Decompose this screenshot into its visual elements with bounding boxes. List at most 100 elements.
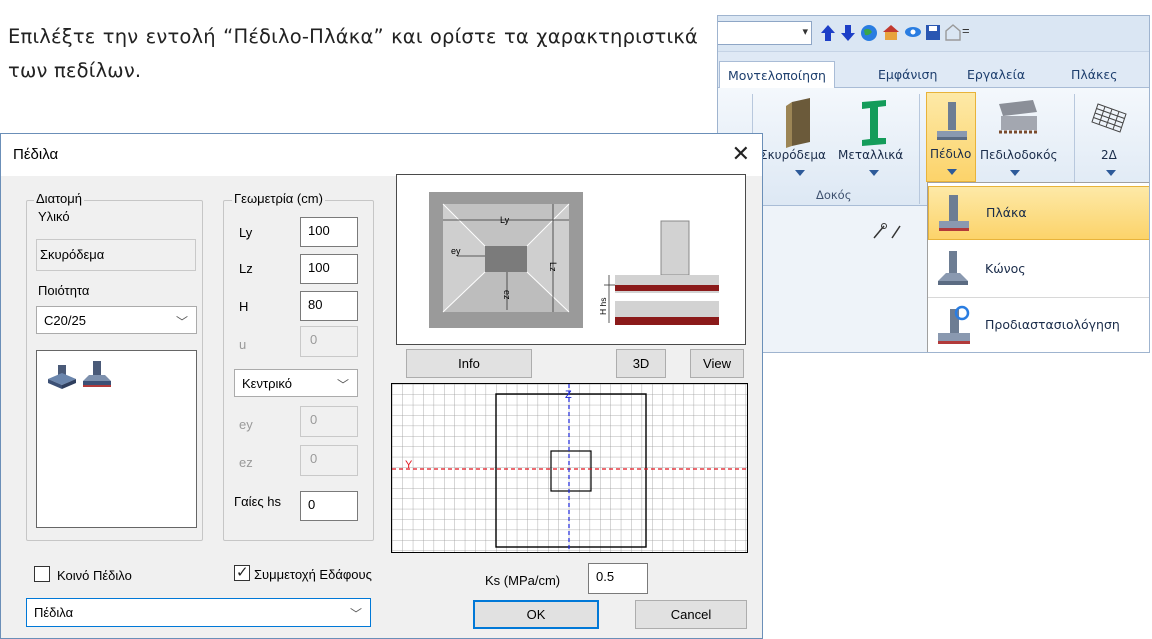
tab-label: Μοντελοποίηση xyxy=(728,68,826,83)
axis-z-label: Z xyxy=(565,389,572,401)
lz-label: Lz xyxy=(239,261,253,276)
ey-input[interactable]: 0 xyxy=(300,406,358,437)
ez-label: ez xyxy=(239,455,253,470)
u-label: u xyxy=(239,337,247,352)
tab-modeling[interactable]: Μοντελοποίηση xyxy=(719,61,835,88)
chevron-down-icon[interactable] xyxy=(869,170,879,176)
ribbon-panel: ▾ = Μοντελοποίηση Εμφάνιση Εργαλεία Πλάκ… xyxy=(717,15,1150,353)
soil-participation-checkbox[interactable]: ✓ xyxy=(234,564,250,581)
info-button[interactable]: Info xyxy=(406,349,532,378)
cancel-button[interactable]: Cancel xyxy=(635,600,747,629)
tab-view[interactable]: Εμφάνιση xyxy=(878,61,937,88)
quality-select[interactable]: C20/25 ﹀ xyxy=(36,306,197,334)
menu-item-label: Πλάκα xyxy=(986,205,1027,220)
plan-grid-svg: Y Z xyxy=(392,384,747,552)
h-input[interactable]: 80 xyxy=(300,291,358,321)
globe-icon[interactable] xyxy=(860,24,878,42)
strip-footing-button-label[interactable]: Πεδιλοδοκός xyxy=(980,148,1058,162)
tab-label: Εργαλεία xyxy=(967,67,1026,82)
ribbon-tabs: Μοντελοποίηση Εμφάνιση Εργαλεία Πλάκες xyxy=(718,56,1149,88)
footing-button-label: Πέδιλο xyxy=(930,147,972,161)
menu-item-cone[interactable]: Κώνος xyxy=(928,243,1149,297)
footing-cone-icon xyxy=(938,251,968,285)
hs-input[interactable]: 0 xyxy=(300,491,358,521)
layer-select-value: Πέδιλα xyxy=(34,605,74,620)
position-select-value: Κεντρικό xyxy=(242,376,292,391)
footing-type-list[interactable] xyxy=(36,350,197,528)
menu-item-slab[interactable]: Πλάκα xyxy=(928,186,1149,240)
draw-tool-icon[interactable] xyxy=(870,220,904,242)
steel-button-label[interactable]: Μεταλλικά xyxy=(838,148,903,162)
qat-customize-icon[interactable]: = xyxy=(962,23,970,38)
predimension-icon xyxy=(938,305,970,344)
eye-icon[interactable] xyxy=(904,25,922,39)
chevron-down-icon[interactable] xyxy=(1106,170,1116,176)
hs-label: Γαίες hs xyxy=(234,494,281,509)
structure-icon[interactable] xyxy=(944,23,962,42)
tab-slabs[interactable]: Πλάκες xyxy=(1071,61,1118,88)
tab-label: Εμφάνιση xyxy=(878,67,938,82)
footing-slab-icon xyxy=(939,195,969,231)
group-label-beam: Δοκός xyxy=(816,188,852,202)
3d-button[interactable]: 3D xyxy=(616,349,666,378)
geometry-legend: Γεωμετρία (cm) xyxy=(232,191,325,206)
concrete-button-label[interactable]: Σκυρόδεμα xyxy=(760,148,826,162)
ks-input[interactable]: 0.5 xyxy=(588,563,648,594)
instruction-text: Επιλέξτε την εντολή “Πέδιλο-Πλάκα” και ο… xyxy=(8,25,698,82)
ok-button[interactable]: OK xyxy=(473,600,599,629)
preview-ey-text: ey xyxy=(451,246,461,256)
preview-ly-text: Ly xyxy=(500,215,510,225)
ks-label: Ks (MPa/cm) xyxy=(485,573,561,588)
footing-plan-drawing: Ly ey Lz ez xyxy=(429,192,583,328)
chevron-down-icon: ﹀ xyxy=(349,607,362,621)
quick-access-toolbar: ▾ = xyxy=(718,16,1149,52)
h-label: H xyxy=(239,299,249,314)
strip-footing-icon xyxy=(999,100,1037,134)
chevron-down-icon xyxy=(947,169,957,175)
steel-beam-icon xyxy=(862,100,886,146)
common-footing-label: Κοινό Πέδιλο xyxy=(57,568,132,583)
preview-hhs-text: H hs xyxy=(598,298,608,315)
close-icon[interactable]: ✕ xyxy=(732,141,750,167)
soil-participation-label: Συμμετοχή Εδάφους xyxy=(254,567,372,582)
plan-view-grid[interactable]: Y Z xyxy=(391,383,748,553)
2d-button-label[interactable]: 2Δ xyxy=(1101,148,1117,162)
footing-button[interactable]: Πέδιλο xyxy=(926,92,976,182)
material-field: Σκυρόδεμα xyxy=(36,239,196,271)
ly-label: Ly xyxy=(239,225,253,240)
section-legend: Διατομή xyxy=(34,191,84,206)
footing-slab-type-icon[interactable] xyxy=(46,363,78,393)
ez-input[interactable]: 0 xyxy=(300,445,358,476)
tab-tools[interactable]: Εργαλεία xyxy=(967,61,1025,88)
position-select[interactable]: Κεντρικό ﹀ xyxy=(234,369,358,397)
tab-label: Πλάκες xyxy=(1071,67,1118,82)
menu-item-label: Κώνος xyxy=(985,261,1026,276)
chevron-down-icon: ﹀ xyxy=(336,378,349,392)
layer-select[interactable]: Πέδιλα ﹀ xyxy=(26,598,371,627)
arrow-up-icon[interactable] xyxy=(820,24,836,42)
house-icon[interactable] xyxy=(882,23,900,42)
axis-y-label: Y xyxy=(405,459,413,471)
preview-ez-text: ez xyxy=(502,290,512,300)
menu-item-predimension[interactable]: Προδιαστασιολόγηση xyxy=(928,299,1149,352)
footing-cone-type-icon[interactable] xyxy=(81,359,113,393)
lz-input[interactable]: 100 xyxy=(300,254,358,284)
footings-dialog: Πέδιλα ✕ Διατομή Υλικό Σκυρόδεμα Ποιότητ… xyxy=(0,133,763,639)
concrete-beam-icon xyxy=(786,98,810,148)
ly-input[interactable]: 100 xyxy=(300,217,358,247)
menu-divider xyxy=(928,297,1149,298)
u-input[interactable]: 0 xyxy=(300,326,358,357)
common-footing-checkbox[interactable] xyxy=(34,566,50,582)
chevron-down-icon[interactable] xyxy=(795,170,805,176)
quick-access-combo[interactable]: ▾ xyxy=(718,21,812,45)
footing-dropdown-menu: Πλάκα Κώνος Προδιαστασιολόγηση xyxy=(927,182,1149,352)
view-button[interactable]: View xyxy=(690,349,744,378)
menu-item-label: Προδιαστασιολόγηση xyxy=(985,317,1120,332)
chevron-down-icon[interactable] xyxy=(1010,170,1020,176)
save-icon[interactable] xyxy=(925,24,941,41)
footing-section-drawing: H hs xyxy=(598,220,719,325)
material-label: Υλικό xyxy=(38,209,70,224)
arrow-down-icon[interactable] xyxy=(840,24,856,42)
grid-slab-icon xyxy=(1091,103,1127,133)
footing-icon xyxy=(937,102,967,140)
